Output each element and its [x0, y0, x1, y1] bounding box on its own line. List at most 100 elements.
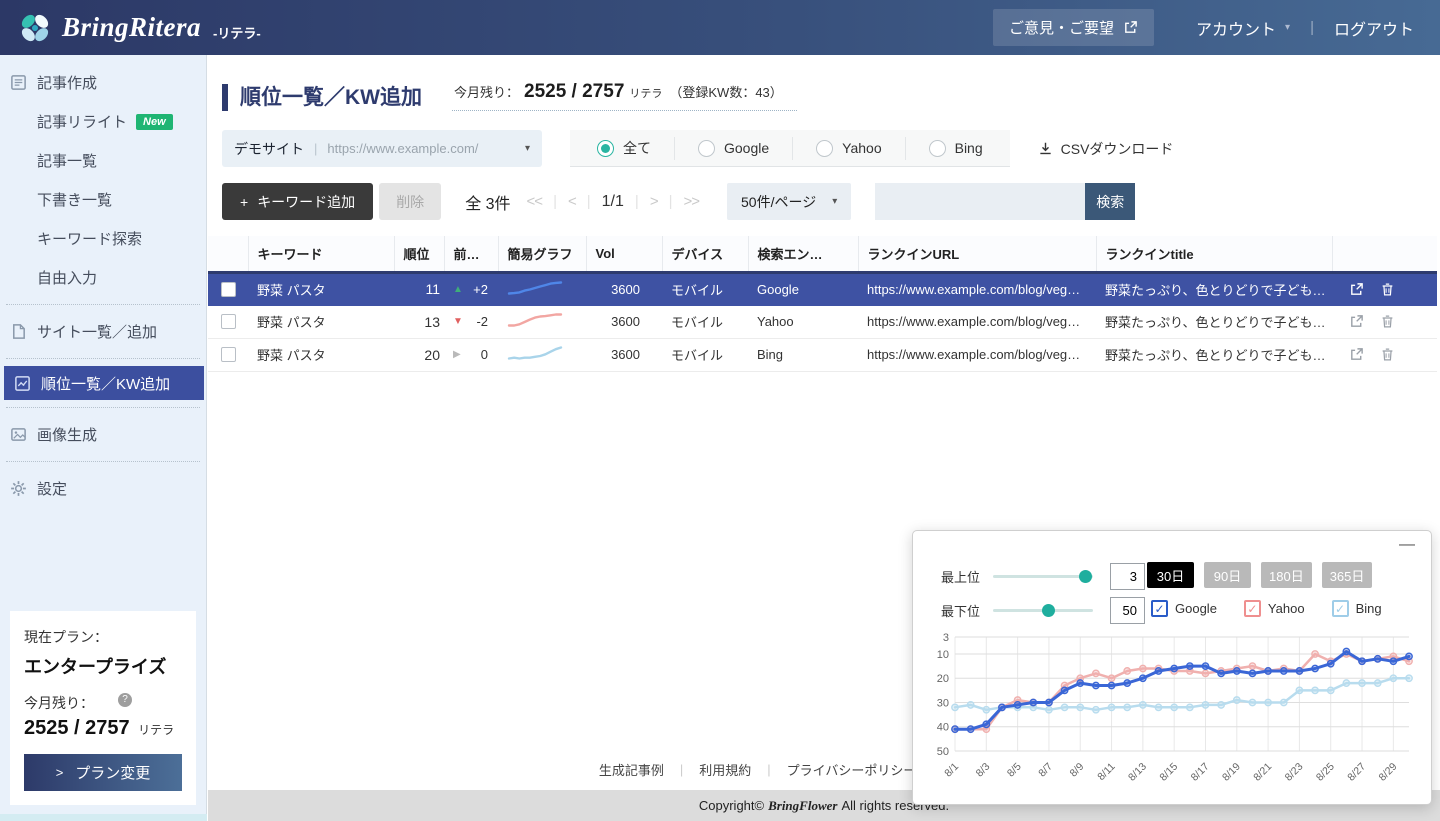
sidebar-item-image-gen[interactable]: 画像生成 [0, 415, 206, 454]
rank-history-chart: 310203040508/18/38/58/78/98/118/138/158/… [927, 631, 1419, 808]
title-cell: 野菜たっぷり、色とりどりで子ども… [1096, 338, 1332, 371]
rank-sparkline [507, 280, 563, 296]
site-select[interactable]: デモサイト | https://www.example.com/ ▾ [222, 130, 542, 167]
next-page-button[interactable]: > [650, 193, 658, 210]
account-menu[interactable]: アカウント ▾ [1196, 16, 1290, 40]
first-page-button[interactable]: << [527, 193, 543, 210]
actions-cell [1332, 272, 1437, 305]
registered-kw-count: （登録KW数：43） [669, 82, 782, 101]
sidebar-item-article-rewrite[interactable]: 記事リライトNew [0, 102, 206, 141]
footer-link[interactable]: プライバシーポリシー [787, 760, 917, 779]
svg-text:8/25: 8/25 [1314, 761, 1337, 784]
period-button-90日[interactable]: 90日 [1204, 562, 1251, 588]
plus-icon: + [240, 194, 248, 210]
sidebar-item-label: サイト一覧／追加 [37, 321, 157, 342]
sidebar-item-keyword-explore[interactable]: キーワード探索 [0, 219, 206, 258]
device-cell: モバイル [662, 338, 748, 371]
engine-radio-yahoo[interactable]: Yahoo [792, 137, 904, 160]
top-rank-input[interactable] [1110, 563, 1145, 590]
sidebar-item-label: 設定 [37, 478, 67, 499]
slider-thumb[interactable] [1079, 570, 1092, 583]
delete-row-button[interactable] [1380, 314, 1395, 329]
svg-text:8/21: 8/21 [1251, 761, 1274, 784]
svg-text:8/7: 8/7 [1036, 761, 1055, 780]
svg-text:8/5: 8/5 [1005, 761, 1024, 780]
period-button-180日[interactable]: 180日 [1261, 562, 1312, 588]
delete-row-button[interactable] [1380, 347, 1395, 362]
footer-link[interactable]: 利用規約 [699, 760, 751, 779]
chevron-down-icon: ▾ [1285, 22, 1290, 33]
account-label: アカウント [1196, 16, 1276, 40]
row-checkbox[interactable] [221, 347, 236, 362]
footer-link-divider: | [680, 762, 683, 777]
url-cell: https://www.example.com/blog/veg… [858, 305, 1096, 338]
svg-text:50: 50 [937, 746, 949, 758]
help-icon[interactable]: ? [118, 693, 132, 707]
slider-thumb[interactable] [1042, 604, 1055, 617]
minimize-icon[interactable]: — [1399, 537, 1415, 553]
title-cell: 野菜たっぷり、色とりどりで子ども… [1096, 272, 1332, 305]
header-divider: | [1310, 19, 1314, 36]
delete-row-button[interactable] [1380, 282, 1395, 297]
engine-radio-bing[interactable]: Bing [905, 137, 1006, 160]
table-row[interactable]: 野菜 パスタ20▶03600モバイルBinghttps://www.exampl… [208, 338, 1437, 371]
row-checkbox[interactable] [221, 314, 236, 329]
app-logo[interactable]: BringRitera -リテラ- [18, 11, 261, 45]
series-line-google [955, 652, 1409, 730]
url-cell: https://www.example.com/blog/veg… [858, 272, 1096, 305]
csv-download-label: CSVダウンロード [1061, 139, 1174, 159]
prev-page-button[interactable]: < [568, 193, 576, 210]
search-input[interactable] [875, 183, 1085, 220]
period-button-365日[interactable]: 365日 [1322, 562, 1373, 588]
delete-button[interactable]: 削除 [379, 183, 441, 220]
open-url-button[interactable] [1349, 314, 1364, 329]
search-button[interactable]: 検索 [1085, 183, 1135, 220]
feedback-button[interactable]: ご意見・ご要望 [993, 9, 1154, 46]
engine-checkboxes: ✓Google ✓Yahoo ✓Bing [1151, 600, 1382, 617]
bottom-rank-input[interactable] [1110, 597, 1145, 624]
sidebar-divider [6, 461, 200, 462]
bottom-rank-slider[interactable] [993, 609, 1093, 612]
svg-text:8/13: 8/13 [1126, 761, 1149, 784]
sidebar-item-free-input[interactable]: 自由入力 [0, 258, 206, 297]
checkbox-icon: ✓ [1244, 600, 1261, 617]
table-row[interactable]: 野菜 パスタ13▼-23600モバイルYahoohttps://www.exam… [208, 305, 1437, 338]
triangle-right-icon: ▶ [453, 349, 461, 360]
open-url-button[interactable] [1349, 282, 1364, 297]
row-checkbox[interactable] [221, 282, 236, 297]
per-page-select[interactable]: 50件/ページ ▾ [727, 183, 851, 220]
sidebar-divider [6, 358, 200, 359]
footer-link[interactable]: 生成記事例 [599, 760, 664, 779]
device-cell: モバイル [662, 272, 748, 305]
logout-button[interactable]: ログアウト [1334, 16, 1414, 40]
sidebar-item-site-list[interactable]: サイト一覧／追加 [0, 312, 206, 351]
csv-download-link[interactable]: CSVダウンロード [1038, 139, 1174, 159]
sidebar-item-article-create[interactable]: 記事作成 [0, 63, 206, 102]
column-header: ランクインURL [858, 236, 1096, 272]
svg-text:40: 40 [937, 722, 949, 734]
engine-radio-全て[interactable]: 全て [574, 137, 674, 160]
top-rank-slider[interactable] [993, 575, 1093, 578]
radio-icon [929, 140, 946, 157]
open-url-button[interactable] [1349, 347, 1364, 362]
period-button-30日[interactable]: 30日 [1147, 562, 1194, 588]
engine-radio-google[interactable]: Google [674, 137, 792, 160]
table-row[interactable]: 野菜 パスタ11▲+23600モバイルGooglehttps://www.exa… [208, 272, 1437, 305]
engine-checkbox-bing[interactable]: ✓Bing [1332, 600, 1382, 617]
plan-change-button[interactable]: > プラン変更 [24, 754, 182, 791]
svg-text:8/9: 8/9 [1068, 761, 1087, 780]
sidebar-item-label: 記事作成 [37, 72, 97, 93]
logo-subtitle: -リテラ- [213, 23, 261, 42]
rank-diff: +2 [473, 282, 488, 297]
sidebar-item-draft-list[interactable]: 下書き一覧 [0, 180, 206, 219]
sidebar-item-rank-list[interactable]: 順位一覧／KW追加 [4, 366, 204, 400]
sidebar-item-article-list[interactable]: 記事一覧 [0, 141, 206, 180]
engine-cell: Google [748, 272, 858, 305]
keyword-cell: 野菜 パスタ [248, 272, 394, 305]
chart-icon [14, 374, 32, 392]
sidebar-item-settings[interactable]: 設定 [0, 469, 206, 508]
engine-checkbox-yahoo[interactable]: ✓Yahoo [1244, 600, 1305, 617]
add-keyword-button[interactable]: + キーワード追加 [222, 183, 373, 220]
engine-checkbox-google[interactable]: ✓Google [1151, 600, 1217, 617]
last-page-button[interactable]: >> [683, 193, 699, 210]
